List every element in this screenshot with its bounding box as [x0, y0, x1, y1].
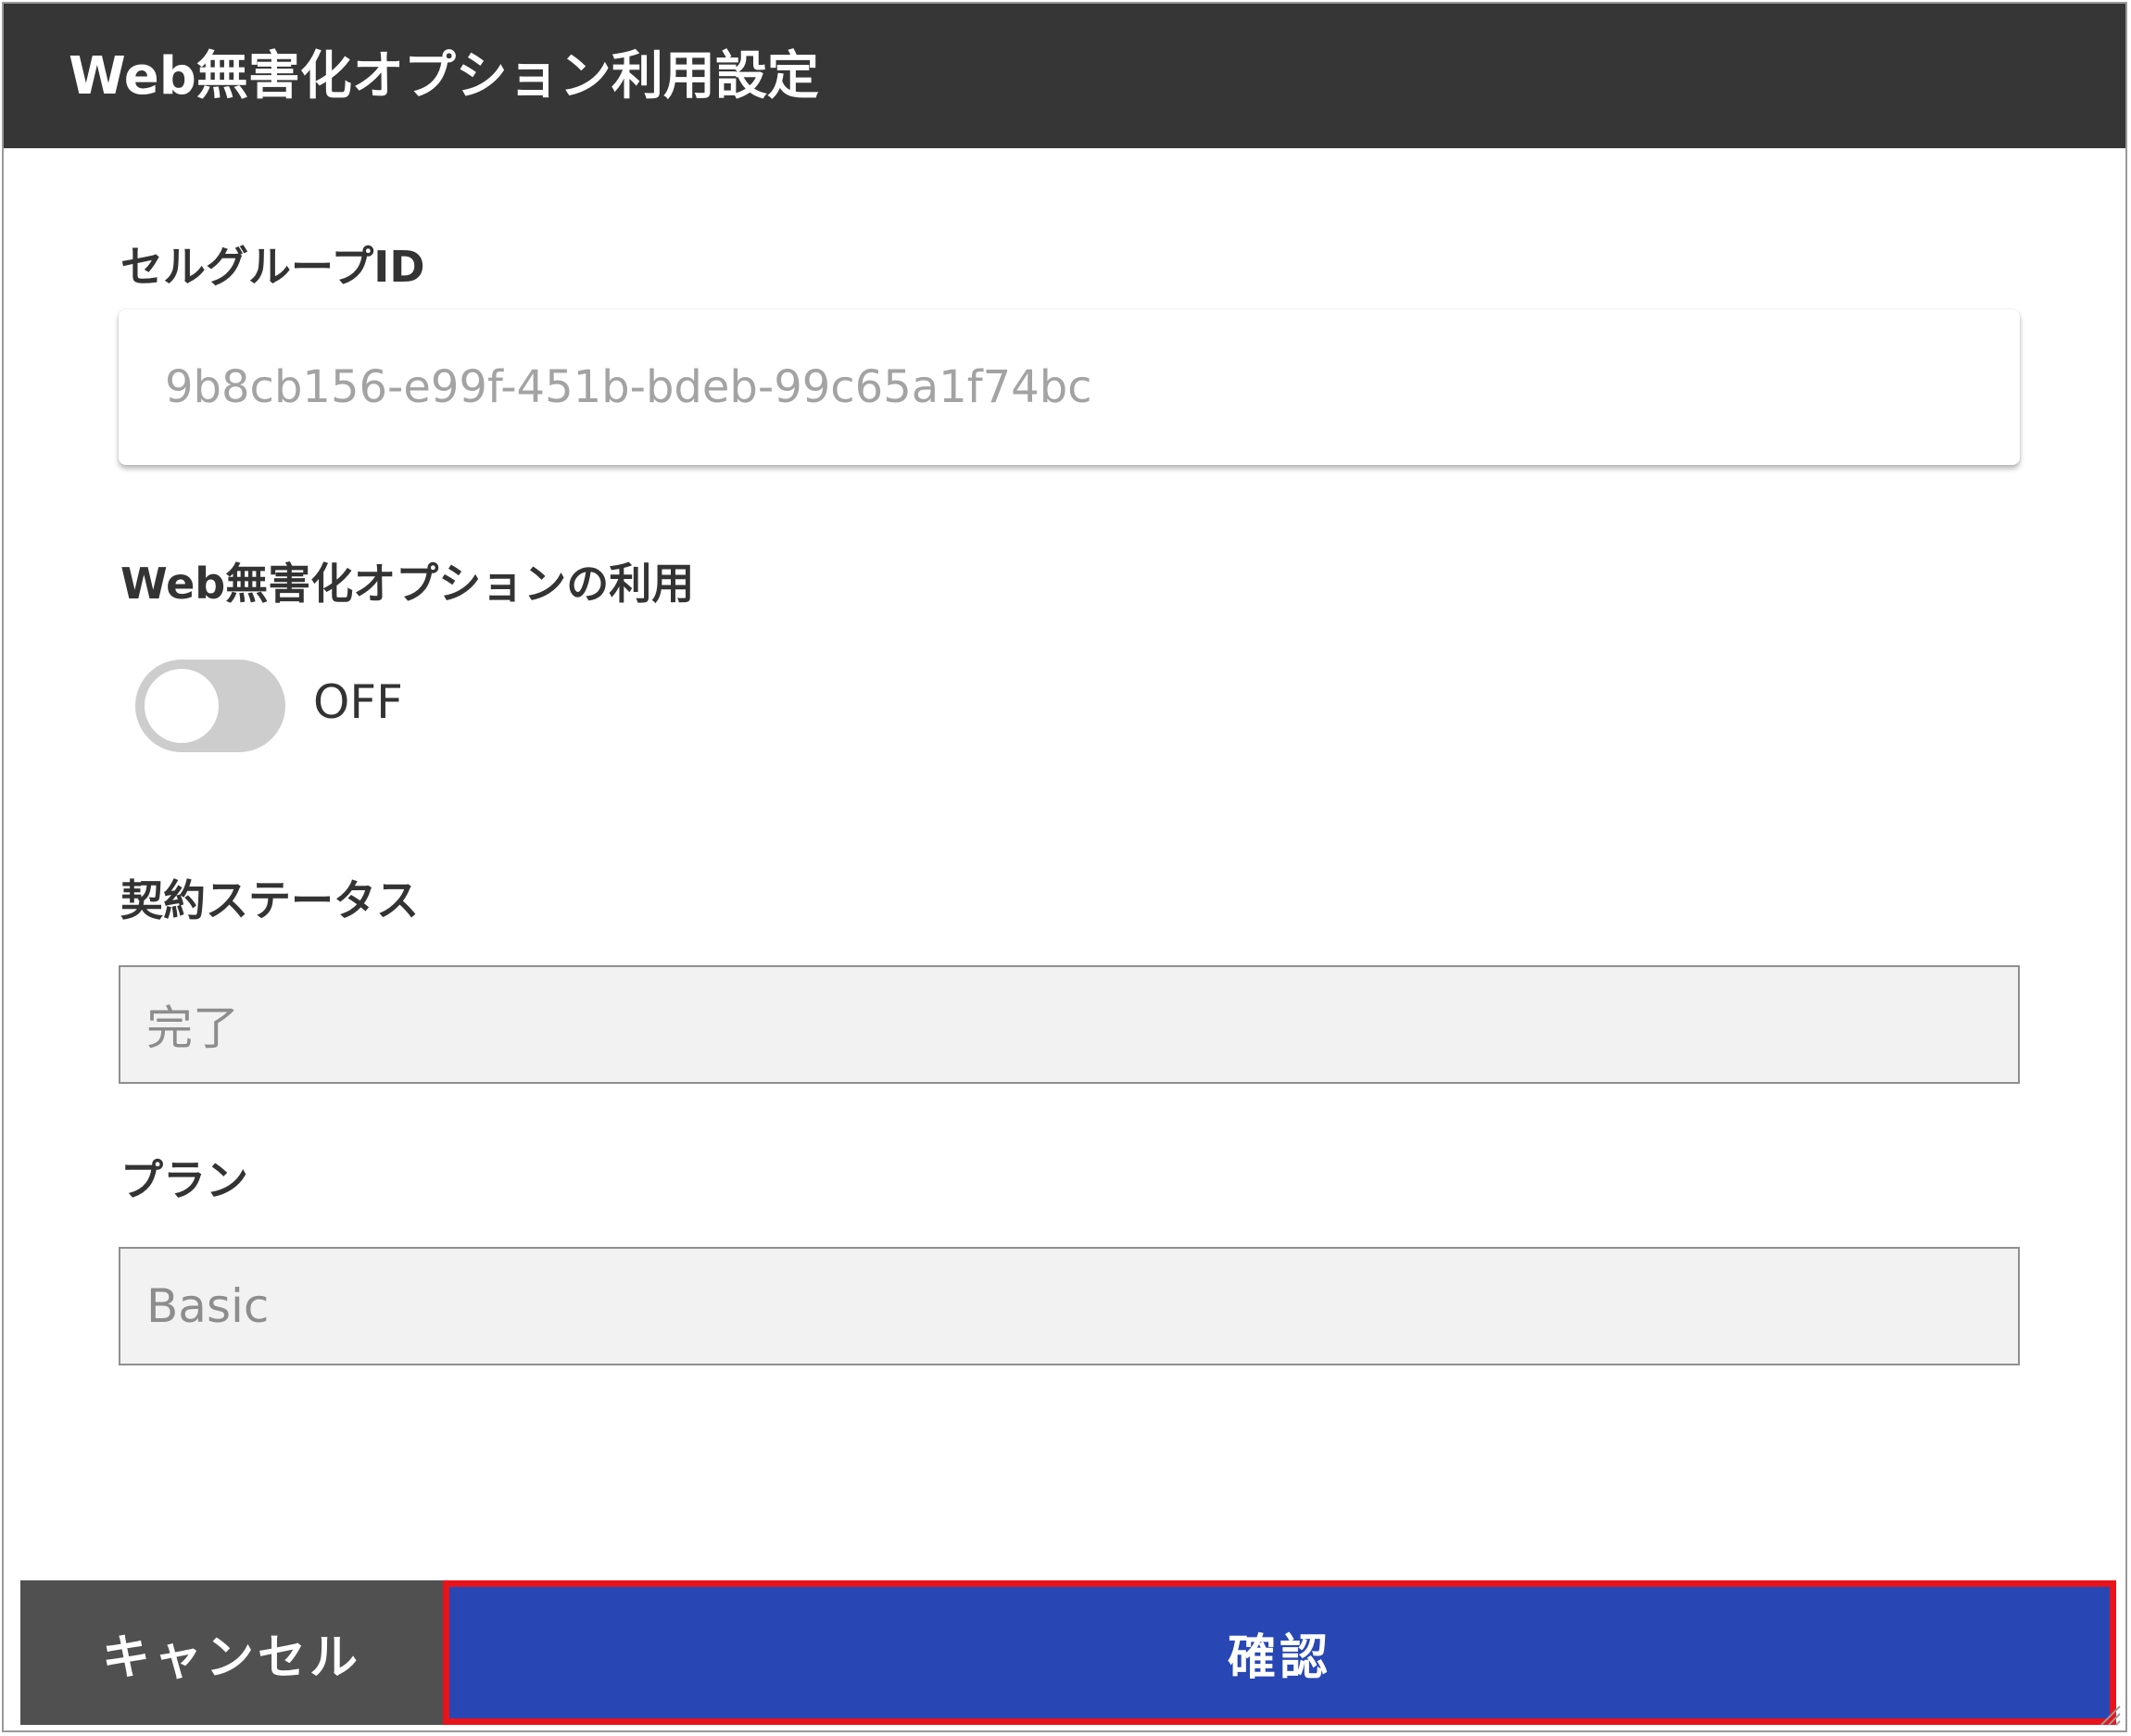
dialog-footer: キャンセル 確認: [20, 1580, 2116, 1725]
settings-dialog: Web無害化オプション利用設定 セルグループID Web無害化オプションの利用 …: [2, 2, 2127, 1732]
cell-group-id-field[interactable]: [119, 309, 2020, 465]
web-option-label: Web無害化オプションの利用: [120, 559, 695, 609]
contract-status-label: 契約ステータス: [120, 875, 419, 925]
cancel-button[interactable]: キャンセル: [20, 1580, 443, 1725]
resize-grip-icon[interactable]: [2094, 1699, 2122, 1727]
confirm-button[interactable]: 確認: [443, 1580, 2116, 1725]
dialog-title: Web無害化オプション利用設定: [69, 46, 819, 107]
toggle-knob: [145, 669, 219, 743]
dialog-header: Web無害化オプション利用設定: [4, 4, 2125, 148]
plan-field: [119, 1247, 2020, 1365]
web-option-toggle[interactable]: [135, 660, 285, 752]
toggle-state-text: OFF: [313, 675, 403, 729]
cell-group-id-label: セルグループID: [120, 242, 425, 292]
contract-status-field: [119, 965, 2020, 1084]
plan-label: プラン: [120, 1155, 248, 1205]
toggle-track[interactable]: [135, 660, 285, 752]
